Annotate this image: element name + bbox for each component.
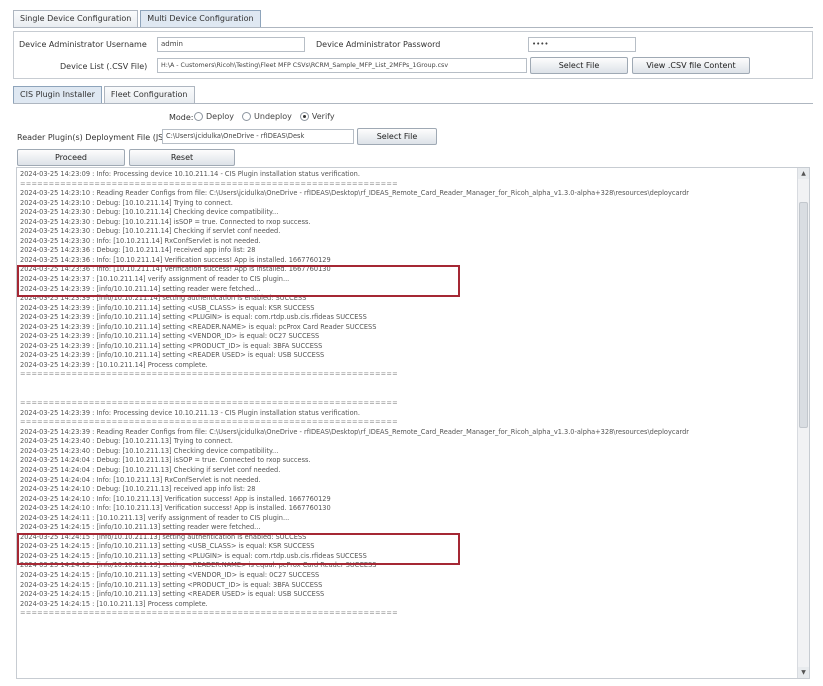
- device-admin-password-label: Device Administrator Password: [316, 40, 441, 49]
- device-admin-password-input[interactable]: ••••: [528, 37, 636, 52]
- log-line: 2024-03-25 14:24:04 : Debug: [10.10.211.…: [20, 465, 281, 474]
- log-line: 2024-03-25 14:24:15 : [10.10.211.13] Pro…: [20, 599, 208, 608]
- log-vertical-scrollbar[interactable]: ▲ ▼: [797, 168, 809, 678]
- mode-deploy-label: Deploy: [206, 112, 235, 121]
- log-line: 2024-03-25 14:24:04 : Info: [10.10.211.1…: [20, 475, 261, 484]
- log-line: 2024-03-25 14:23:39 : Reading Reader Con…: [20, 427, 690, 436]
- reader-plugins-path-input[interactable]: C:\Users\jcidulka\OneDrive - rfIDEAS\Des…: [162, 129, 354, 144]
- log-line: 2024-03-25 14:23:10 : Debug: [10.10.211.…: [20, 198, 233, 207]
- log-output-area[interactable]: 2024-03-25 14:23:09 : Info: Processing d…: [16, 167, 810, 679]
- radio-selected-icon: [299, 112, 309, 121]
- log-line: ========================================…: [20, 418, 398, 427]
- log-line: 2024-03-25 14:23:10 : Reading Reader Con…: [20, 189, 690, 198]
- reader-plugins-label: Reader Plugin(s) Deployment File (JSON): [17, 133, 179, 142]
- device-list-label: Device List (.CSV File): [60, 62, 148, 71]
- tab-fleet-configuration[interactable]: Fleet Configuration: [103, 86, 195, 103]
- log-line: ========================================…: [20, 179, 398, 188]
- sub-tab-divider: [13, 103, 813, 104]
- tab-multi-device-configuration[interactable]: Multi Device Configuration: [140, 10, 261, 27]
- mode-undeploy-label: Undeploy: [254, 112, 292, 121]
- scroll-up-arrow-icon[interactable]: ▲: [798, 168, 809, 179]
- log-line: 2024-03-25 14:23:30 : Debug: [10.10.211.…: [20, 208, 279, 217]
- proceed-button[interactable]: Proceed: [17, 149, 125, 166]
- log-line: 2024-03-25 14:23:36 : Debug: [10.10.211.…: [20, 246, 256, 255]
- log-line: 2024-03-25 14:23:30 : Debug: [10.10.211.…: [20, 227, 281, 236]
- view-csv-content-button[interactable]: View .CSV file Content: [632, 57, 750, 74]
- mode-deploy-radio[interactable]: Deploy: [194, 112, 234, 121]
- log-line: 2024-03-25 14:23:39 : [info/10.10.211.14…: [20, 351, 325, 360]
- select-json-file-button[interactable]: Select File: [357, 128, 437, 145]
- tab-divider: [13, 27, 813, 28]
- scrollbar-thumb[interactable]: [799, 202, 808, 428]
- log-line: 2024-03-25 14:24:11 : [10.10.211.13] ver…: [20, 513, 290, 522]
- log-line: 2024-03-25 14:24:15 : [info/10.10.211.13…: [20, 570, 320, 579]
- tab-cis-plugin-installer[interactable]: CIS Plugin Installer: [13, 86, 102, 103]
- log-line: 2024-03-25 14:24:15 : [info/10.10.211.13…: [20, 580, 323, 589]
- tab-single-device-configuration[interactable]: Single Device Configuration: [13, 10, 139, 27]
- log-line: 2024-03-25 14:23:30 : Debug: [10.10.211.…: [20, 217, 311, 226]
- mode-undeploy-radio[interactable]: Undeploy: [242, 112, 292, 121]
- select-csv-file-button[interactable]: Select File: [530, 57, 628, 74]
- log-line: 2024-03-25 14:24:15 : [info/10.10.211.13…: [20, 590, 325, 599]
- device-admin-username-label: Device Administrator Username: [19, 40, 147, 49]
- log-line: 2024-03-25 14:24:10 : Debug: [10.10.211.…: [20, 485, 256, 494]
- log-line: 2024-03-25 14:23:09 : Info: Processing d…: [20, 170, 360, 178]
- radio-circle-icon: [242, 112, 252, 121]
- log-line: 2024-03-25 14:23:40 : Debug: [10.10.211.…: [20, 437, 233, 446]
- scroll-down-arrow-icon[interactable]: ▼: [798, 667, 809, 678]
- log-line: 2024-03-25 14:23:30 : Info: [10.10.211.1…: [20, 236, 261, 245]
- mode-radio-group: Deploy Undeploy Verify: [194, 112, 339, 121]
- mode-verify-label: Verify: [311, 112, 335, 121]
- log-line: ========================================…: [20, 370, 398, 379]
- log-line: 2024-03-25 14:24:04 : Debug: [10.10.211.…: [20, 456, 311, 465]
- log-line: 2024-03-25 14:23:39 : [info/10.10.211.14…: [20, 313, 367, 322]
- log-line: 2024-03-25 14:23:40 : Debug: [10.10.211.…: [20, 446, 279, 455]
- mode-verify-radio[interactable]: Verify: [299, 112, 335, 121]
- log-line: 2024-03-25 14:24:10 : Info: [10.10.211.1…: [20, 494, 331, 503]
- verification-highlight-2: [17, 533, 460, 565]
- radio-circle-icon: [194, 112, 203, 121]
- verification-highlight-1: [17, 265, 460, 297]
- log-line: 2024-03-25 14:23:39 : [info/10.10.211.14…: [20, 322, 377, 331]
- log-line: 2024-03-25 14:23:39 : Info: Processing d…: [20, 408, 360, 417]
- log-line: 2024-03-25 14:23:39 : [info/10.10.211.14…: [20, 341, 323, 350]
- log-line: ========================================…: [20, 399, 398, 408]
- log-line: 2024-03-25 14:24:15 : [info/10.10.211.13…: [20, 523, 261, 532]
- device-admin-username-input[interactable]: admin: [157, 37, 305, 52]
- log-line: 2024-03-25 14:23:39 : [info/10.10.211.14…: [20, 303, 315, 312]
- log-line: 2024-03-25 14:24:10 : Info: [10.10.211.1…: [20, 504, 331, 513]
- log-line: 2024-03-25 14:23:39 : [info/10.10.211.14…: [20, 332, 320, 341]
- sub-tab-bar: CIS Plugin Installer Fleet Configuration: [13, 85, 197, 103]
- log-line: ========================================…: [20, 609, 398, 618]
- main-tab-bar: Single Device Configuration Multi Device…: [13, 9, 263, 27]
- log-line: 2024-03-25 14:23:39 : [10.10.211.14] Pro…: [20, 360, 208, 369]
- mode-label: Mode:: [169, 113, 194, 122]
- reset-button[interactable]: Reset: [129, 149, 235, 166]
- device-list-path-input[interactable]: H:\A - Customers\Ricoh\Testing\Fleet MFP…: [157, 58, 527, 73]
